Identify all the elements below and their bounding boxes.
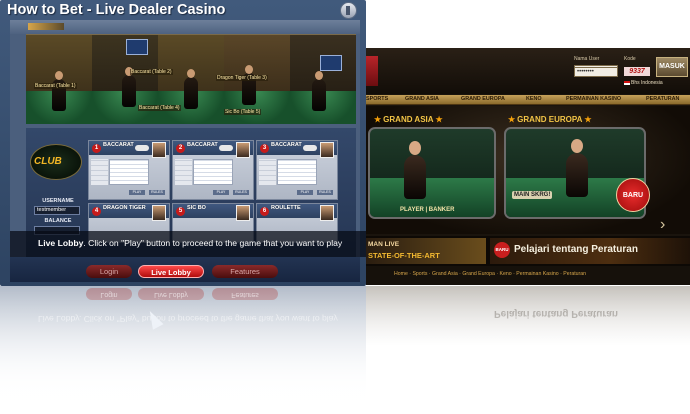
video-label-1: Baccarat (Table 1) xyxy=(34,83,77,89)
dealer-avatar xyxy=(152,142,166,158)
star-icon: ★ xyxy=(374,115,382,124)
site-footer-nav: Home · Sports · Grand Asia · Grand Europ… xyxy=(366,266,690,285)
menu-item-grand-europa[interactable]: GRAND EUROPA xyxy=(461,96,505,102)
video-label-3: Dragon Tiger (Table 3) xyxy=(216,75,268,81)
site-logo xyxy=(366,56,378,86)
game-tile-name: BACCARAT xyxy=(103,142,134,148)
login-submit-button[interactable]: MASUK xyxy=(656,57,688,77)
promo-banner-live[interactable]: MAN LIVE STATE-OF-THE-ART xyxy=(366,238,486,264)
window-title: How to Bet - Live Dealer Casino xyxy=(7,2,226,18)
rules-button[interactable]: RULES xyxy=(317,190,333,195)
site-main-menu: SPORTS GRAND ASIA GRAND EUROPA KENO PERM… xyxy=(366,95,690,105)
menu-item-peraturan[interactable]: PERATURAN xyxy=(646,96,679,102)
dealer-figure xyxy=(566,153,588,197)
game-tile-name: DRAGON TIGER xyxy=(103,205,146,211)
caption-lead: Live Lobby xyxy=(38,238,84,248)
play-now-button[interactable]: MAIN SKRG! xyxy=(512,191,553,199)
lobby-toolbar xyxy=(10,20,360,34)
grand-asia-title: ★ GRAND ASIA ★ xyxy=(374,115,443,124)
game-tile-name: BACCARAT xyxy=(187,142,218,148)
dealer-avatar xyxy=(236,205,250,221)
roadmap-grid xyxy=(277,159,317,185)
games-banner: ★ GRAND ASIA ★ PLAYER | BANKER ★ GRAND EURO… xyxy=(366,106,690,234)
promo-rules-text: Pelajari tentang Peraturan xyxy=(514,244,638,255)
username-label: USERNAME xyxy=(42,198,74,204)
promo-banner-rules[interactable]: BARU Pelajari tentang Peraturan xyxy=(490,238,690,264)
dealer-avatar xyxy=(320,142,334,158)
stats-list xyxy=(91,159,108,185)
play-button[interactable]: PLAY xyxy=(297,190,313,195)
language-selector[interactable]: Bhs Indonesia xyxy=(624,80,663,86)
lobby-logo xyxy=(28,23,64,30)
carousel-next-icon[interactable]: › xyxy=(660,216,665,234)
dealer-avatar xyxy=(236,142,250,158)
indonesia-flag-icon xyxy=(624,80,630,85)
roadmap-grid xyxy=(193,159,233,185)
star-icon: ★ xyxy=(508,115,516,124)
grand-asia-badge: PLAYER | BANKER xyxy=(400,207,455,213)
stats-list xyxy=(175,159,192,185)
screenshot-canvas: Nama User Kode •••••••• 9337 MASUK Bhs I… xyxy=(0,0,690,414)
dealer-avatar xyxy=(152,205,166,221)
rules-button[interactable]: RULES xyxy=(233,190,249,195)
video-scene-5[interactable] xyxy=(290,35,356,124)
username-label: Nama User xyxy=(574,56,600,62)
menu-item-sports[interactable]: SPORTS xyxy=(366,96,388,102)
game-tile-name: ROULETTE xyxy=(271,205,301,211)
password-label: Kode xyxy=(624,56,636,62)
video-label-4: Baccarat (Table 4) xyxy=(138,105,181,111)
tutorial-nav-bar: Login Live Lobby Features xyxy=(10,257,360,282)
caption-text: . Click on "Play" button to proceed to t… xyxy=(83,238,343,248)
footer-links[interactable]: Home · Sports · Grand Asia · Grand Europ… xyxy=(394,271,586,277)
instruction-caption: Live Lobby. Click on "Play" button to pr… xyxy=(10,231,366,257)
video-label-5: Sic Bo (Table 5) xyxy=(224,109,262,115)
roadmap-grid xyxy=(109,159,149,185)
game-tile-3[interactable]: 3 BACCARAT PLAY RULES xyxy=(256,140,338,200)
star-icon: ★ xyxy=(435,115,443,124)
password-input[interactable]: •••••••• xyxy=(574,67,618,77)
grand-asia-card[interactable]: PLAYER | BANKER xyxy=(368,127,496,219)
menu-item-permainan-kasino[interactable]: PERMAINAN KASINO xyxy=(566,96,621,102)
toggle-switch[interactable] xyxy=(135,145,149,151)
game-tile-name: SIC BO xyxy=(187,205,206,211)
how-to-bet-window: How to Bet - Live Dealer Casino Baccarat… xyxy=(0,0,366,286)
club-mansion-logo: CLUB xyxy=(30,144,82,180)
video-label-2: Baccarat (Table 2) xyxy=(130,69,173,75)
floor-reflection: Login Live Lobby Features Live Lobby. Cl… xyxy=(0,286,690,414)
menu-item-grand-asia[interactable]: GRAND ASIA xyxy=(405,96,439,102)
casino-website-preview: Nama User Kode •••••••• 9337 MASUK Bhs I… xyxy=(366,48,690,285)
language-label: Bhs Indonesia xyxy=(631,80,663,86)
features-step-button[interactable]: Features xyxy=(212,265,278,278)
live-video-strip: Baccarat (Table 1) Baccarat (Table 2) Dr… xyxy=(26,34,356,124)
video-scene-1[interactable] xyxy=(26,35,92,124)
username-field: testmember xyxy=(34,206,80,215)
toggle-switch[interactable] xyxy=(303,145,317,151)
login-step-button[interactable]: Login xyxy=(86,265,132,278)
play-button[interactable]: PLAY xyxy=(213,190,229,195)
balance-label: BALANCE xyxy=(44,218,72,224)
game-tile-name: BACCARAT xyxy=(271,142,302,148)
menu-item-keno[interactable]: KENO xyxy=(526,96,542,102)
toggle-switch[interactable] xyxy=(219,145,233,151)
live-lobby-step-button[interactable]: Live Lobby xyxy=(138,265,204,278)
star-icon: ★ xyxy=(584,115,592,124)
rules-button[interactable]: RULES xyxy=(149,190,165,195)
grand-europa-title: ★ GRAND EUROPA ★ xyxy=(508,115,592,124)
close-icon[interactable] xyxy=(340,2,357,19)
play-button[interactable]: PLAY xyxy=(129,190,145,195)
captcha-code: 9337 xyxy=(624,67,650,76)
game-tile-2[interactable]: 2 BACCARAT PLAY RULES xyxy=(172,140,254,200)
new-badge-small: BARU xyxy=(494,242,510,258)
game-tile-1[interactable]: 1 BACCARAT PLAY RULES xyxy=(88,140,170,200)
stats-list xyxy=(259,159,276,185)
dealer-figure xyxy=(404,155,426,199)
new-badge: BARU xyxy=(616,178,650,212)
dealer-avatar xyxy=(320,205,334,221)
